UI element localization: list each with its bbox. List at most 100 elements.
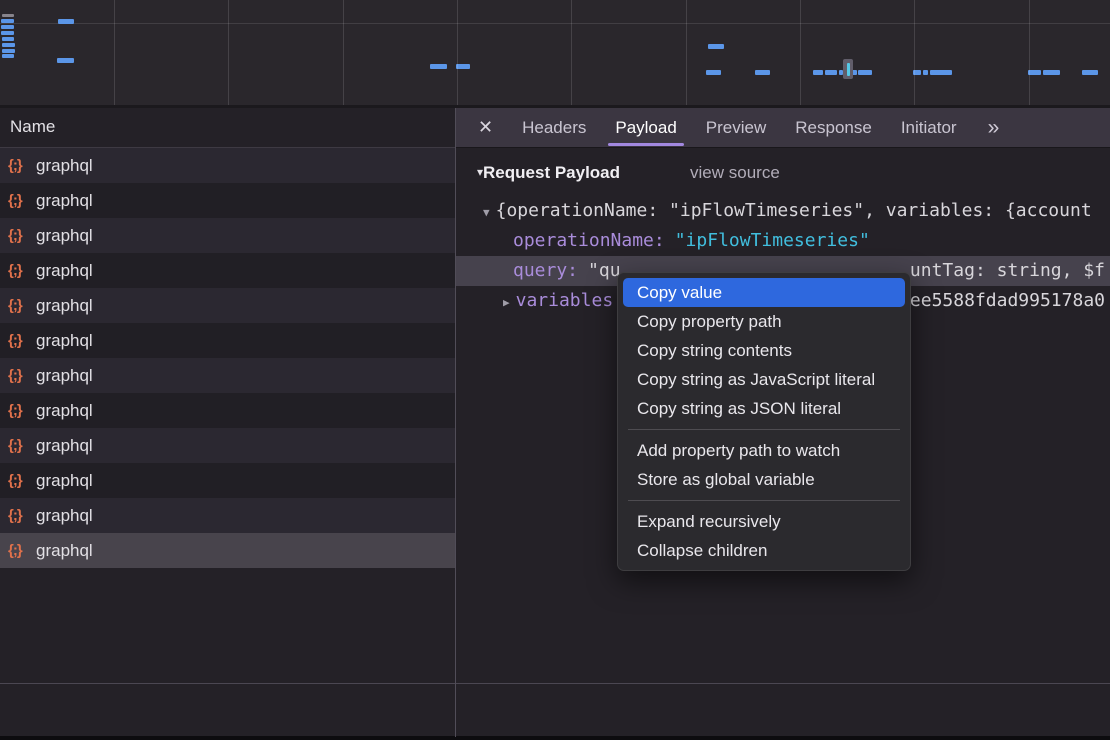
tab-initiator[interactable]: Initiator <box>901 108 957 147</box>
property-value: "ipFlowTimeseries" <box>675 230 870 251</box>
timeline-gridline <box>686 0 687 105</box>
window-bottom-edge <box>0 736 1110 740</box>
payload-root-row[interactable]: ▼ {operationName: "ipFlowTimeseries", var… <box>456 196 1110 226</box>
request-payload-header: ▾Request Payloadview source <box>456 148 1110 183</box>
timeline-gridline <box>114 0 115 105</box>
request-name: graphql <box>36 191 93 211</box>
network-overview-timeline[interactable] <box>0 0 1110 108</box>
request-name: graphql <box>36 541 93 561</box>
json-file-icon: {;} <box>8 402 36 419</box>
request-row[interactable]: {;}graphql <box>0 218 455 253</box>
timeline-gridline <box>914 0 915 105</box>
json-file-icon: {;} <box>8 227 36 244</box>
request-name: graphql <box>36 296 93 316</box>
timeline-gridline <box>800 0 801 105</box>
detail-tab-bar: ✕ Headers Payload Preview Response Initiator… <box>456 108 1110 148</box>
request-name: graphql <box>36 471 93 491</box>
timeline-bar <box>1 19 14 23</box>
timeline-bar <box>2 54 14 58</box>
timeline-marker-line <box>847 63 850 76</box>
json-file-icon: {;} <box>8 367 36 384</box>
menu-item-copy-value[interactable]: Copy value <box>623 278 905 307</box>
request-row[interactable]: {;}graphql <box>0 323 455 358</box>
timeline-bar <box>755 70 770 75</box>
json-file-icon: {;} <box>8 332 36 349</box>
timeline-bar <box>706 70 721 75</box>
timeline-bar <box>2 37 14 41</box>
request-name: graphql <box>36 401 93 421</box>
timeline-bar <box>58 19 74 24</box>
request-row[interactable]: {;}graphql <box>0 533 455 568</box>
menu-separator <box>628 429 900 430</box>
property-value-left: "qu <box>588 260 621 281</box>
timeline-bar <box>1043 70 1060 75</box>
request-row[interactable]: {;}graphql <box>0 288 455 323</box>
json-file-icon: {;} <box>8 507 36 524</box>
tab-preview[interactable]: Preview <box>706 108 766 147</box>
view-source-link[interactable]: view source <box>690 163 780 182</box>
timeline-gridline <box>457 0 458 105</box>
request-name: graphql <box>36 331 93 351</box>
request-row[interactable]: {;}graphql <box>0 358 455 393</box>
timeline-bar <box>1082 70 1098 75</box>
timeline-gridline <box>343 0 344 105</box>
request-row[interactable]: {;}graphql <box>0 498 455 533</box>
request-name: graphql <box>36 436 93 456</box>
expand-arrow-icon[interactable]: ▶ <box>503 296 510 309</box>
request-name: graphql <box>36 506 93 526</box>
json-file-icon: {;} <box>8 157 36 174</box>
menu-item-add-property-path-to-watch[interactable]: Add property path to watch <box>623 436 905 465</box>
menu-item-collapse-children[interactable]: Collapse children <box>623 536 905 565</box>
request-row[interactable]: {;}graphql <box>0 148 455 183</box>
request-name: graphql <box>36 366 93 386</box>
request-row[interactable]: {;}graphql <box>0 183 455 218</box>
request-name: graphql <box>36 156 93 176</box>
section-title: Request Payload <box>483 163 620 182</box>
operation-name-row[interactable]: operationName: "ipFlowTimeseries" <box>456 226 1110 256</box>
menu-item-expand-recursively[interactable]: Expand recursively <box>623 507 905 536</box>
name-column-label: Name <box>10 117 55 136</box>
tab-response[interactable]: Response <box>795 108 872 147</box>
name-column-header[interactable]: Name <box>0 108 455 148</box>
more-tabs-icon[interactable]: » <box>988 116 1000 140</box>
timeline-bar <box>430 64 447 69</box>
timeline-bar <box>858 70 872 75</box>
property-value-right: ee5588fdad995178a0 <box>910 286 1105 316</box>
status-bar <box>0 683 1110 736</box>
menu-item-copy-property-path[interactable]: Copy property path <box>623 307 905 336</box>
timeline-bar-gray <box>2 14 14 17</box>
json-file-icon: {;} <box>8 297 36 314</box>
timeline-bar <box>930 70 952 75</box>
timeline-bar <box>708 44 724 49</box>
menu-item-copy-string-as-json-literal[interactable]: Copy string as JSON literal <box>623 394 905 423</box>
payload-summary: {operationName: "ipFlowTimeseries", vari… <box>496 200 1092 221</box>
menu-item-copy-string-contents[interactable]: Copy string contents <box>623 336 905 365</box>
json-file-icon: {;} <box>8 262 36 279</box>
timeline-gridline <box>228 0 229 105</box>
context-menu: Copy valueCopy property pathCopy string … <box>617 272 911 571</box>
request-row[interactable]: {;}graphql <box>0 463 455 498</box>
json-file-icon: {;} <box>8 192 36 209</box>
devtools-window: Name ✕ Headers Payload Preview Response Init… <box>0 0 1110 740</box>
property-key: operationName: <box>513 230 665 251</box>
timeline-bar <box>923 70 928 75</box>
menu-item-copy-string-as-javascript-literal[interactable]: Copy string as JavaScript literal <box>623 365 905 394</box>
tab-payload[interactable]: Payload <box>615 108 676 147</box>
request-row[interactable]: {;}graphql <box>0 428 455 463</box>
menu-separator <box>628 500 900 501</box>
timeline-bar <box>2 49 15 53</box>
request-name: graphql <box>36 261 93 281</box>
expand-arrow-icon[interactable]: ▼ <box>483 206 490 219</box>
json-file-icon: {;} <box>8 472 36 489</box>
menu-item-store-as-global-variable[interactable]: Store as global variable <box>623 465 905 494</box>
close-icon[interactable]: ✕ <box>478 117 493 138</box>
panel-divider[interactable] <box>455 108 456 737</box>
property-key: variables <box>516 290 614 311</box>
timeline-bar <box>1 31 14 35</box>
request-name: graphql <box>36 226 93 246</box>
request-row[interactable]: {;}graphql <box>0 253 455 288</box>
json-file-icon: {;} <box>8 437 36 454</box>
tab-headers[interactable]: Headers <box>522 108 586 147</box>
json-file-icon: {;} <box>8 542 36 559</box>
request-row[interactable]: {;}graphql <box>0 393 455 428</box>
